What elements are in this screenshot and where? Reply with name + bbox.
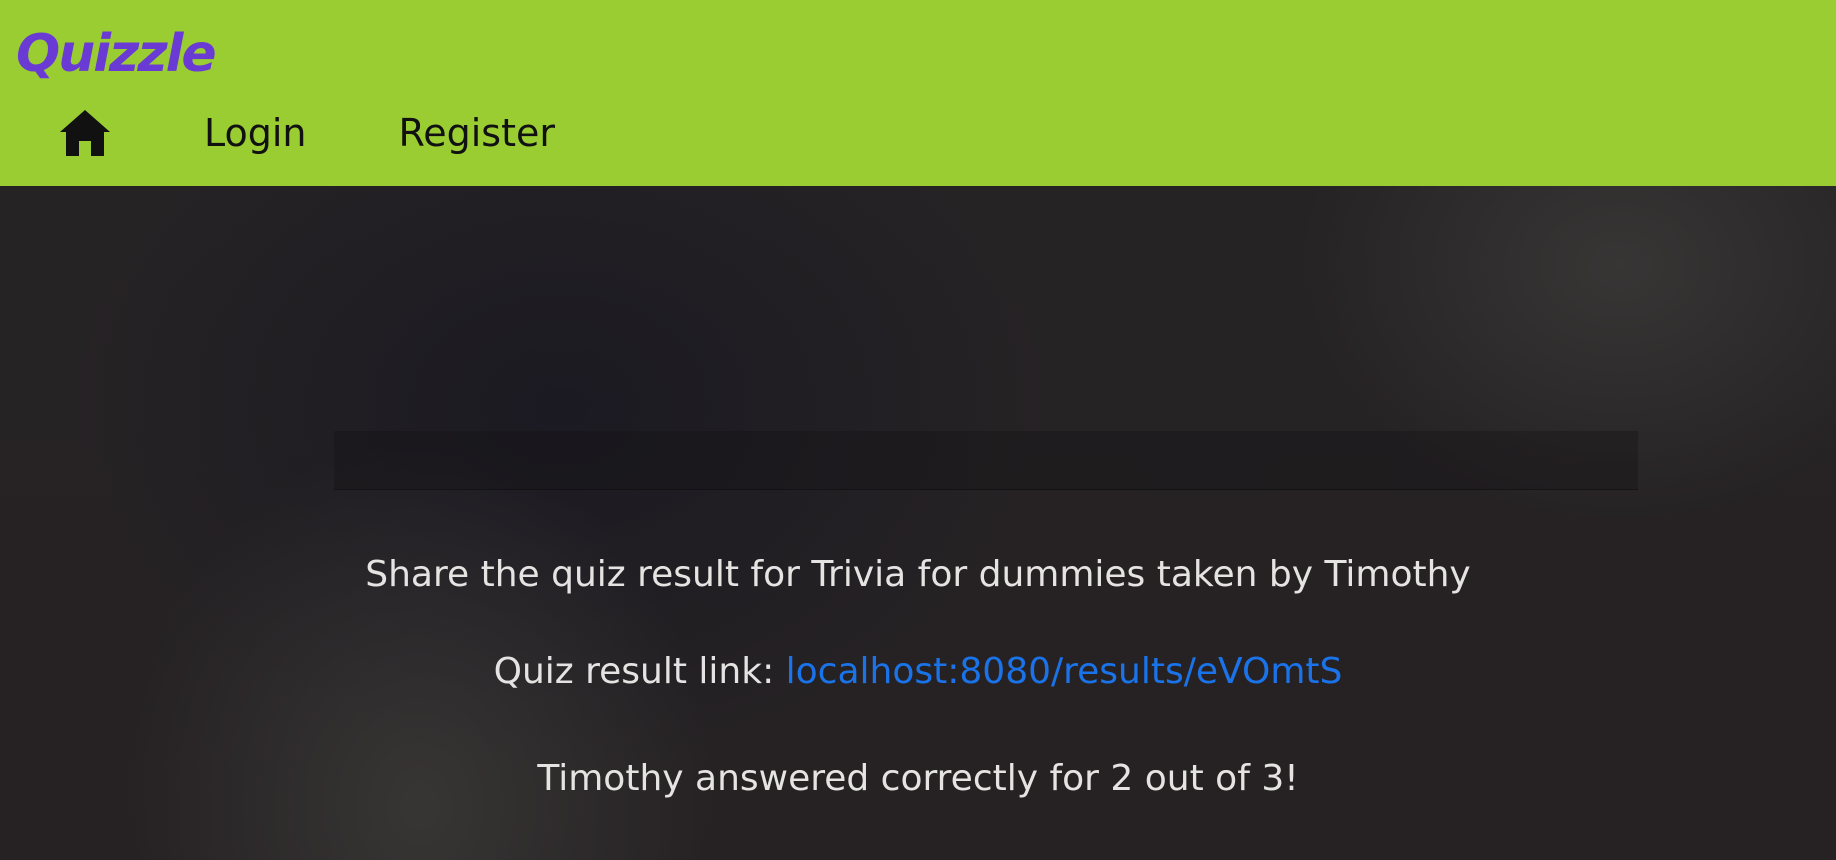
- top-navbar: Quizzle Login Register: [0, 0, 1836, 186]
- result-link-label: Quiz result link:: [493, 651, 786, 692]
- brand-logo[interactable]: Quizzle: [16, 22, 217, 86]
- home-link[interactable]: [58, 105, 114, 161]
- login-link[interactable]: Login: [204, 104, 307, 162]
- nav-links: Login Register: [58, 104, 647, 162]
- register-link[interactable]: Register: [399, 104, 555, 162]
- hero-band: [334, 431, 1638, 490]
- main-content: [0, 186, 1836, 860]
- home-icon: [60, 110, 110, 156]
- result-link[interactable]: localhost:8080/results/eVOmtS: [786, 651, 1343, 692]
- result-link-line: Quiz result link: localhost:8080/results…: [0, 648, 1836, 696]
